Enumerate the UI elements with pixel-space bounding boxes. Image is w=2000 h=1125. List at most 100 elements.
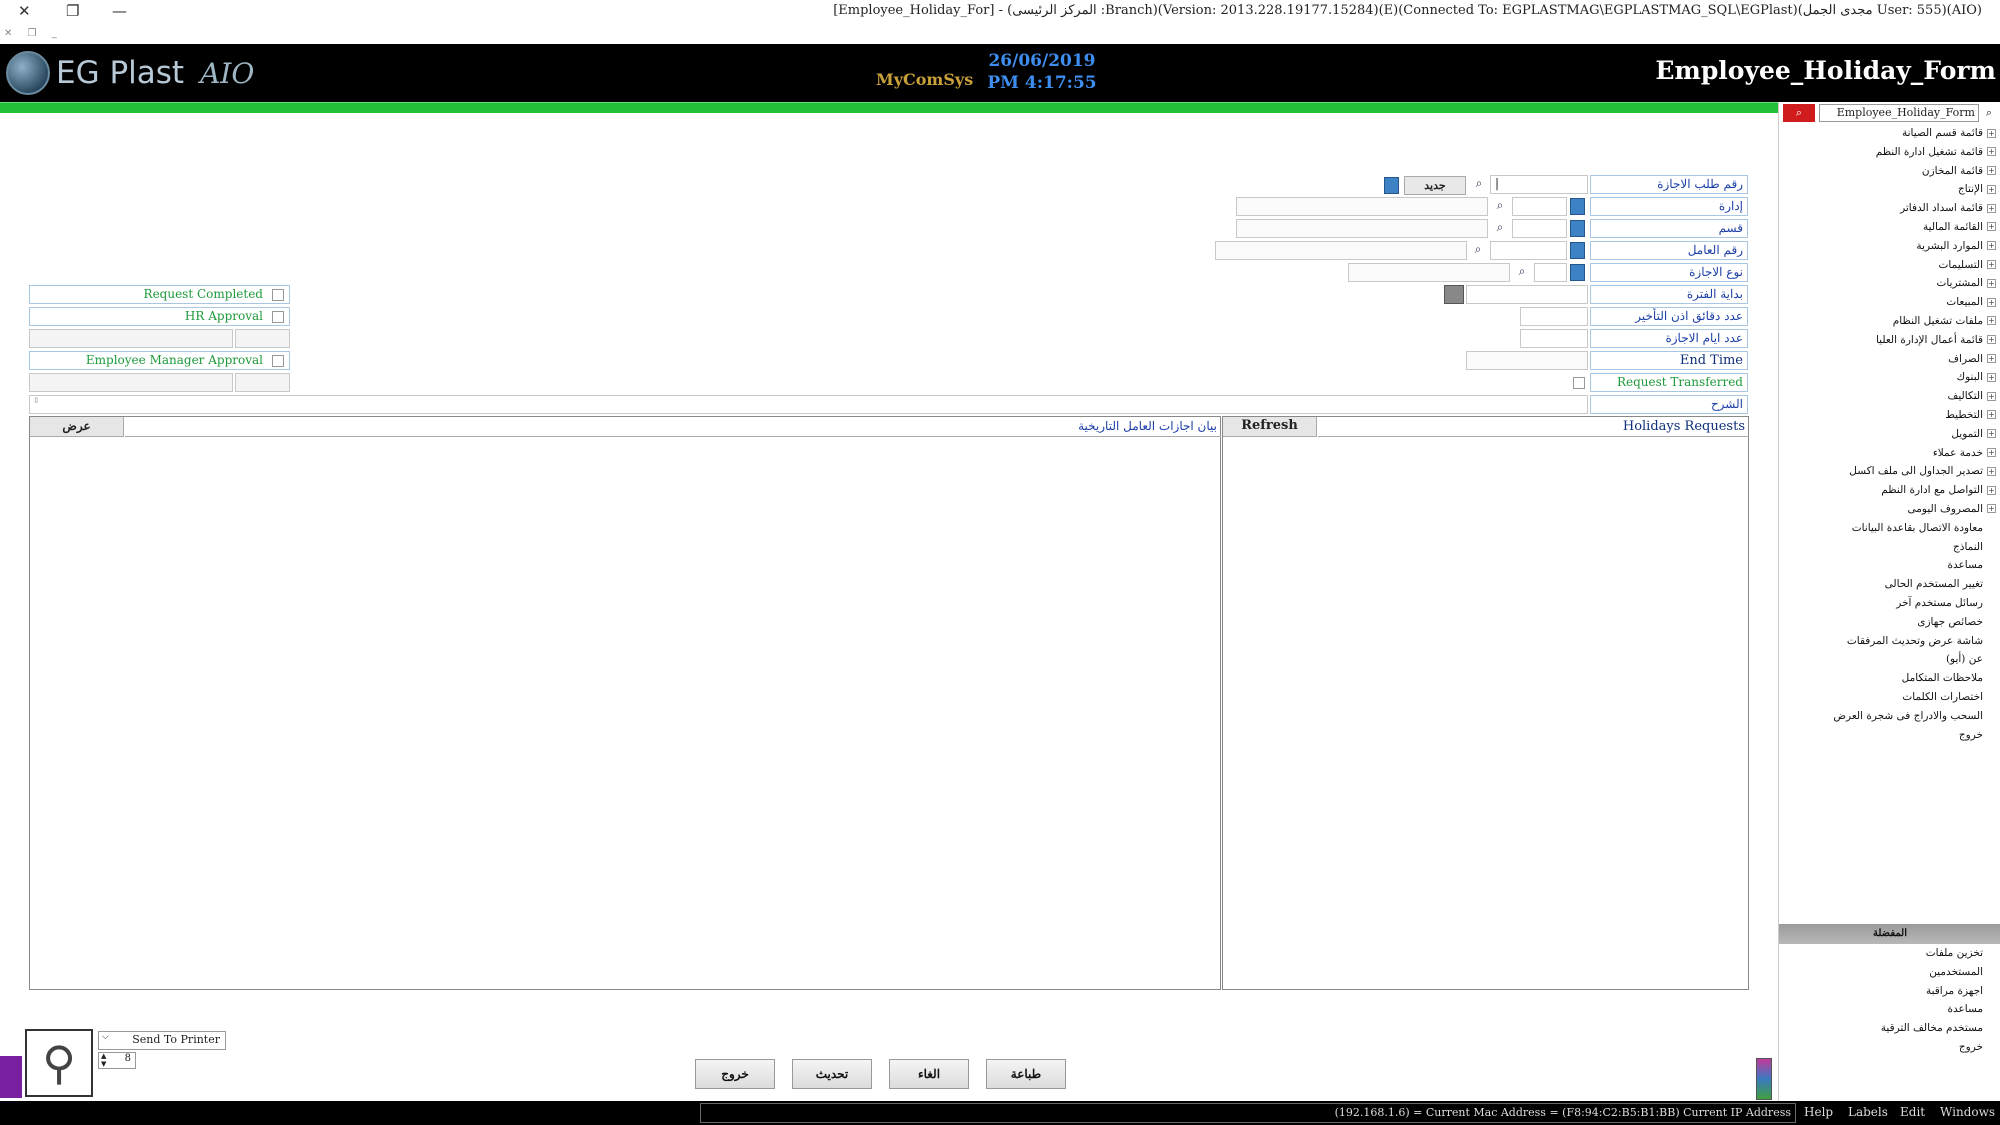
sidebar-tree-item[interactable]: المشتريات + [1833, 274, 1996, 293]
mdi-controls[interactable]: ✕ ❐ _ [4, 28, 63, 39]
expand-icon[interactable]: + [1987, 372, 1996, 382]
leave-type-lookup-icon[interactable] [1570, 264, 1585, 281]
expand-icon[interactable]: + [1987, 316, 1996, 326]
request-transferred-checkbox[interactable] [1573, 377, 1585, 389]
close-icon[interactable]: ✕ [18, 2, 31, 20]
department-search-icon[interactable]: ⌕ [1491, 197, 1509, 216]
expand-icon[interactable]: + [1987, 297, 1996, 307]
refresh-button[interactable]: Refresh [1223, 417, 1317, 437]
expand-icon[interactable]: + [1987, 241, 1996, 251]
expand-icon[interactable]: + [1987, 448, 1996, 458]
search-icon[interactable]: ⌕ [1470, 175, 1488, 194]
exit-button[interactable]: خروج [695, 1059, 775, 1089]
sidebar-tree-item[interactable]: التخطيط + [1833, 406, 1996, 425]
sidebar-search-input[interactable]: Employee_Holiday_Form [1819, 104, 1979, 122]
favorite-item[interactable]: مستخدم مخالف الترقية [1881, 1019, 1996, 1038]
search-icon[interactable]: ⌕ [1981, 104, 1997, 122]
sidebar-tree-item[interactable]: البنوك + [1833, 368, 1996, 387]
sidebar-tree-item[interactable]: قائمة أعمال الإدارة العليا + [1833, 331, 1996, 350]
sidebar-tree-item[interactable]: خصائص جهازى [1833, 613, 1996, 632]
sidebar-tree-item[interactable]: مساعدة [1833, 556, 1996, 575]
sidebar-tree-item[interactable]: ملفات تشغيل النظام + [1833, 312, 1996, 331]
sidebar-tree-item[interactable]: الإنتاج + [1833, 180, 1996, 199]
leave-days-input[interactable] [1520, 329, 1588, 348]
sidebar-tree-item[interactable]: تصدير الجداول الى ملف اكسل + [1833, 462, 1996, 481]
expand-icon[interactable]: + [1987, 184, 1996, 194]
sidebar-tree-item[interactable]: اختصارات الكلمات [1833, 688, 1996, 707]
section-search-icon[interactable]: ⌕ [1491, 219, 1509, 238]
expand-icon[interactable]: + [1987, 222, 1996, 232]
expand-icon[interactable]: + [1987, 128, 1996, 138]
sidebar-tree-item[interactable]: المصروف اليومى + [1833, 500, 1996, 519]
department-code-input[interactable] [1512, 197, 1567, 216]
sidebar-tree-item[interactable]: التكاليف + [1833, 387, 1996, 406]
sidebar-tree-item[interactable]: القائمة المالية + [1833, 218, 1996, 237]
expand-icon[interactable]: + [1987, 504, 1996, 514]
expand-icon[interactable]: + [1987, 203, 1996, 213]
sidebar-tree-item[interactable]: شاشة عرض وتحديث المرفقات [1833, 632, 1996, 651]
employee-search-icon[interactable]: ⌕ [1469, 241, 1487, 260]
sidebar-tree-item[interactable]: قائمة قسم الصيانة + [1833, 124, 1996, 143]
leave-type-code-input[interactable] [1534, 263, 1567, 282]
employee-lookup-icon[interactable] [1570, 242, 1585, 259]
sidebar-tree-item[interactable]: قائمة المخازن + [1833, 162, 1996, 181]
employee-manager-approval-checkbox[interactable] [272, 355, 284, 367]
sidebar-tree-item[interactable]: التواصل مع ادارة النظم + [1833, 481, 1996, 500]
expand-icon[interactable]: + [1987, 147, 1996, 157]
expand-icon[interactable]: + [1987, 391, 1996, 401]
menu-edit[interactable]: Edit [1900, 1105, 1925, 1119]
expand-icon[interactable]: + [1987, 260, 1996, 270]
sidebar-tree-item[interactable]: قائمة اسداد الدفاتر + [1833, 199, 1996, 218]
expand-icon[interactable]: + [1987, 429, 1996, 439]
print-button[interactable]: طباعة [986, 1059, 1066, 1089]
favorite-item[interactable]: مساعدة [1881, 1000, 1996, 1019]
color-strip-icon[interactable] [1756, 1058, 1772, 1100]
employee-code-input[interactable] [1490, 241, 1567, 260]
favorite-item[interactable]: خروج [1881, 1038, 1996, 1057]
sidebar-tree-item[interactable]: ملاحظات المتكامل [1833, 669, 1996, 688]
sidebar-tree-item[interactable]: الصراف + [1833, 350, 1996, 369]
paperclip-icon[interactable]: ⚲ [25, 1029, 93, 1097]
menu-windows[interactable]: Windows [1940, 1105, 1995, 1119]
expand-icon[interactable]: + [1987, 354, 1996, 364]
menu-labels[interactable]: Labels [1848, 1105, 1888, 1119]
sidebar-tree-item[interactable]: السحب والادراج فى شجرة العرض [1833, 707, 1996, 726]
cancel-button[interactable]: الغاء [889, 1059, 969, 1089]
search-button-icon[interactable]: ⌕ [1783, 104, 1815, 122]
restore-icon[interactable]: ❐ [66, 2, 79, 20]
calendar-icon[interactable] [1444, 285, 1464, 304]
sidebar-tree-item[interactable]: رسائل مستخدم آخر [1833, 594, 1996, 613]
new-button[interactable]: جديد [1404, 176, 1466, 195]
section-code-input[interactable] [1512, 219, 1567, 238]
request-completed-checkbox[interactable] [272, 289, 284, 301]
section-lookup-icon[interactable] [1570, 220, 1585, 237]
sidebar-tree-item[interactable]: النماذج [1833, 538, 1996, 557]
side-tab-icon[interactable] [0, 1056, 22, 1098]
sidebar-tree-item[interactable]: قائمة تشغيل ادارة النظم + [1833, 143, 1996, 162]
sidebar-tree-item[interactable]: خدمة عملاء + [1833, 444, 1996, 463]
expand-icon[interactable]: + [1987, 335, 1996, 345]
delay-minutes-input[interactable] [1520, 307, 1588, 326]
period-start-input[interactable] [1466, 285, 1588, 304]
minimize-icon[interactable]: — [112, 2, 127, 20]
expand-icon[interactable]: + [1987, 466, 1996, 476]
favorite-item[interactable]: تخزين ملفات [1881, 944, 1996, 963]
explanation-input[interactable] [29, 395, 1588, 414]
favorite-item[interactable]: المستخدمين [1881, 963, 1996, 982]
sidebar-tree-item[interactable]: المبيعات + [1833, 293, 1996, 312]
sidebar-tree-item[interactable]: عن (أيو) [1833, 650, 1996, 669]
expand-icon[interactable]: + [1987, 166, 1996, 176]
expand-icon[interactable]: + [1987, 278, 1996, 288]
leave-type-search-icon[interactable]: ⌕ [1513, 263, 1531, 282]
view-button[interactable]: عرض [30, 417, 124, 437]
send-to-printer-select[interactable]: ⌵ Send To Printer [98, 1031, 226, 1050]
sidebar-tree-item[interactable]: معاودة الاتصال بقاعدة البيانات [1833, 519, 1996, 538]
lookup-icon[interactable] [1384, 177, 1399, 194]
sidebar-tree-item[interactable]: التسليمات + [1833, 256, 1996, 275]
update-button[interactable]: تحديث [792, 1059, 872, 1089]
sidebar-tree-item[interactable]: خروج [1833, 726, 1996, 745]
sidebar-tree-item[interactable]: الموارد البشرية + [1833, 237, 1996, 256]
department-lookup-icon[interactable] [1570, 198, 1585, 215]
end-time-input[interactable] [1466, 351, 1588, 370]
expand-icon[interactable]: + [1987, 410, 1996, 420]
